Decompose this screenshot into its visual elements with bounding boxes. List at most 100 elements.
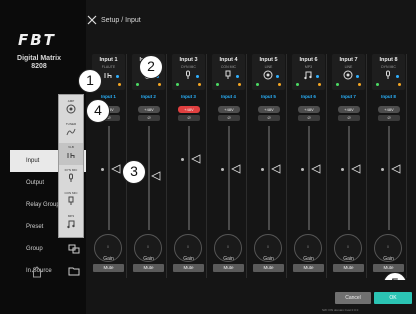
mute-button[interactable]: Mute xyxy=(93,264,124,272)
brand-logo: FBT xyxy=(18,31,56,49)
phantom-power-button[interactable]: +48V xyxy=(378,106,400,113)
channel-label[interactable]: Input 6 xyxy=(292,94,325,99)
phantom-power-button[interactable]: +48V xyxy=(258,106,280,113)
channel-label[interactable]: Input 3 xyxy=(172,94,205,99)
sidebar-item-label: Input xyxy=(26,158,40,164)
gain-label: Gain xyxy=(223,256,234,262)
source-option-label: VLB xyxy=(68,145,74,149)
fader-track[interactable] xyxy=(148,126,150,230)
signal-led xyxy=(176,83,179,86)
source-option[interactable]: TUNER xyxy=(59,120,83,142)
mute-button[interactable]: Mute xyxy=(253,264,284,272)
product-title: Digital Matrix 8208 xyxy=(4,55,74,71)
phase-invert-button[interactable]: Ø xyxy=(378,115,400,121)
fader-track[interactable] xyxy=(188,126,190,230)
sidebar-item-in-source[interactable]: In Source xyxy=(10,260,86,282)
channel-header[interactable]: Input 5 LINE xyxy=(252,54,285,90)
channel-header[interactable]: Input 4 CON MIC xyxy=(212,54,245,90)
cancel-button[interactable]: Cancel xyxy=(335,292,371,304)
phase-invert-button[interactable]: Ø xyxy=(298,115,320,121)
speaker-icon xyxy=(263,70,273,80)
fader-track[interactable] xyxy=(108,126,110,230)
fader-marker xyxy=(181,158,184,161)
phantom-power-button[interactable]: +48V xyxy=(138,106,160,113)
product-model: 8208 xyxy=(31,63,47,70)
channel-label[interactable]: Input 4 xyxy=(212,94,245,99)
channel-strip: Input 7 LINE Input 7 +48V Ø 0 Gain Mute xyxy=(330,54,367,278)
channel-label[interactable]: Input 5 xyxy=(252,94,285,99)
signal-led xyxy=(216,83,219,86)
fader-track[interactable] xyxy=(348,126,350,230)
mute-button[interactable]: Mute xyxy=(333,264,364,272)
link-led xyxy=(116,75,119,78)
product-name: Digital Matrix xyxy=(17,55,61,62)
home-icon[interactable] xyxy=(30,265,44,279)
channel-header[interactable]: Input 3 DYN MIC xyxy=(172,54,205,90)
sidebar-item-group[interactable]: Group xyxy=(10,238,86,260)
signal-led xyxy=(296,83,299,86)
channel-header[interactable]: Input 6 MP3 xyxy=(292,54,325,90)
signal-led xyxy=(136,83,139,86)
gain-label: Gain xyxy=(383,256,394,262)
fader-handle[interactable] xyxy=(311,164,321,174)
channel-label[interactable]: Input 8 xyxy=(372,94,405,99)
source-option[interactable]: MP3 xyxy=(59,212,83,234)
ok-button[interactable]: OK xyxy=(374,292,412,304)
fader-handle[interactable] xyxy=(391,164,401,174)
phase-invert-button[interactable]: Ø xyxy=(258,115,280,121)
phantom-power-button[interactable]: +48V xyxy=(178,106,200,113)
source-option[interactable]: DYN MIC xyxy=(59,166,83,188)
callout-4: 4 xyxy=(86,99,110,123)
gain-value: 0 xyxy=(387,245,389,249)
fader-marker xyxy=(341,168,344,171)
gain-value: 0 xyxy=(227,245,229,249)
fader-handle[interactable] xyxy=(231,164,241,174)
phase-invert-button[interactable]: Ø xyxy=(218,115,240,121)
source-option[interactable]: VLB xyxy=(59,143,83,165)
fader-track[interactable] xyxy=(268,126,270,230)
fader-marker xyxy=(101,168,104,171)
fader-marker xyxy=(381,168,384,171)
speaker-icon xyxy=(343,70,353,80)
phase-invert-button[interactable]: Ø xyxy=(338,115,360,121)
fader-marker xyxy=(301,168,304,171)
fader-track[interactable] xyxy=(308,126,310,230)
clip-led xyxy=(398,83,401,86)
channel-strip: Input 8 DYN MIC Input 8 +48V Ø 0 Gain Mute xyxy=(370,54,407,278)
music-icon xyxy=(67,220,75,229)
channel-name: Input 6 xyxy=(299,57,318,63)
link-led xyxy=(276,75,279,78)
phantom-power-button[interactable]: +48V xyxy=(338,106,360,113)
phantom-power-button[interactable]: +48V xyxy=(298,106,320,113)
gain-value: 0 xyxy=(307,245,309,249)
channel-label[interactable]: Input 2 xyxy=(132,94,165,99)
mute-button[interactable]: Mute xyxy=(133,264,164,272)
source-option[interactable]: CON MIC xyxy=(59,189,83,211)
fader-handle[interactable] xyxy=(351,164,361,174)
fader-track[interactable] xyxy=(228,126,230,230)
fader-handle[interactable] xyxy=(111,164,121,174)
mute-button[interactable]: Mute xyxy=(213,264,244,272)
fader-marker xyxy=(261,168,264,171)
channel-strip: Input 6 MP3 Input 6 +48V Ø 0 Gain Mute xyxy=(290,54,327,278)
phase-invert-button[interactable]: Ø xyxy=(178,115,200,121)
source-option-label: CON MIC xyxy=(64,191,78,195)
wrench-screwdriver-icon xyxy=(87,15,97,25)
source-option[interactable]: AMP xyxy=(59,97,83,119)
channel-header[interactable]: Input 7 LINE xyxy=(332,54,365,90)
fader-handle[interactable] xyxy=(271,164,281,174)
mute-button[interactable]: Mute xyxy=(173,264,204,272)
mute-button[interactable]: Mute xyxy=(373,264,404,272)
phase-invert-button[interactable]: Ø xyxy=(138,115,160,121)
channel-header[interactable]: Input 8 DYN MIC xyxy=(372,54,405,90)
clip-led xyxy=(358,83,361,86)
channel-label[interactable]: Input 7 xyxy=(332,94,365,99)
fader-handle[interactable] xyxy=(151,171,161,181)
mute-button[interactable]: Mute xyxy=(293,264,324,272)
sidebar-item-label: Group xyxy=(26,246,43,252)
source-option-label: DYN MIC xyxy=(64,168,78,172)
fader-track[interactable] xyxy=(388,126,390,230)
phantom-power-button[interactable]: +48V xyxy=(218,106,240,113)
fader-handle[interactable] xyxy=(191,154,201,164)
channel-source-type: DYN MIC xyxy=(381,65,396,69)
